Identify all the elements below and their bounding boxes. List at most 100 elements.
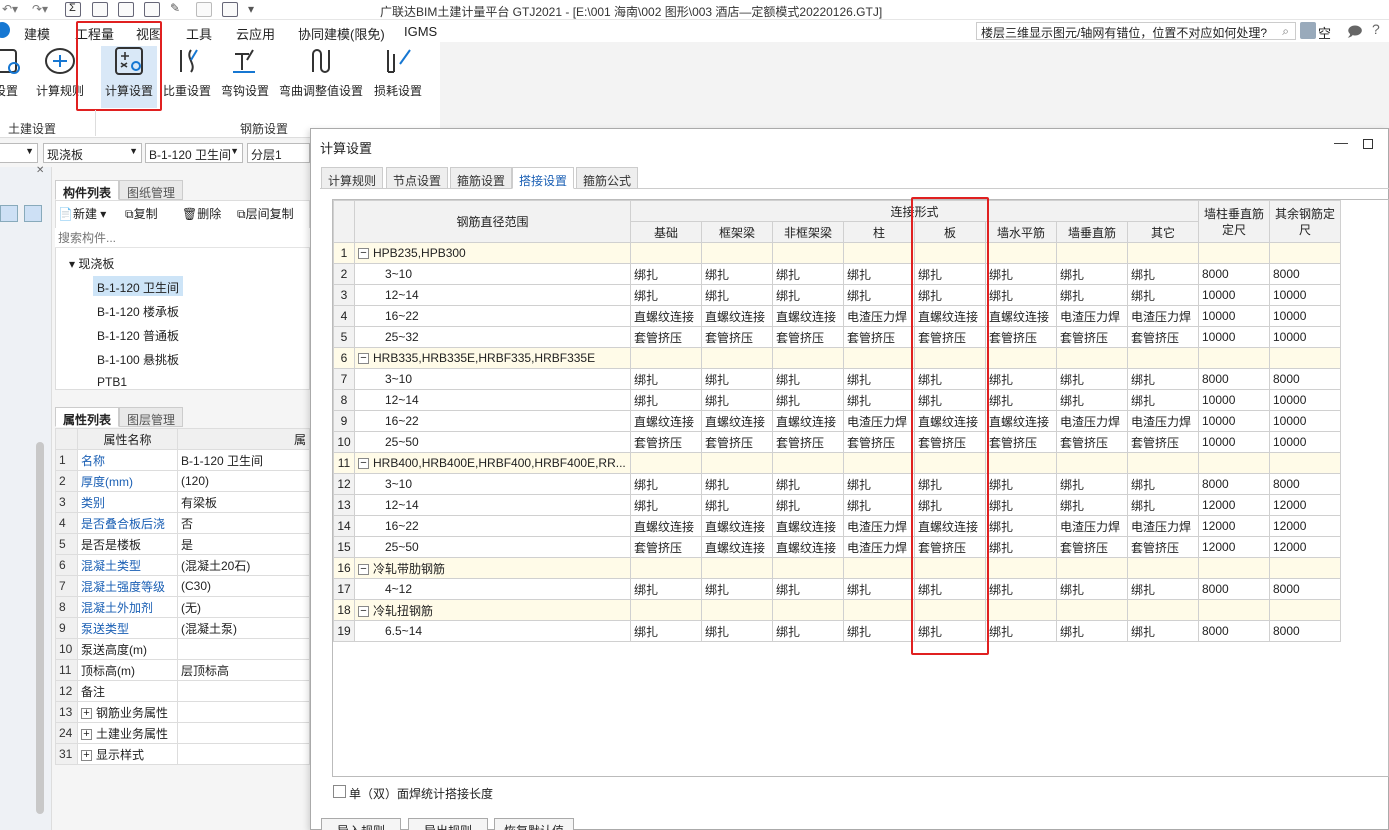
table-cell[interactable]: 套管挤压 (985, 326, 1057, 348)
menu-igms[interactable]: IGMS (404, 24, 437, 39)
table-cell[interactable]: 绑扎 (772, 263, 844, 285)
table-cell[interactable]: 绑扎 (630, 368, 702, 390)
menu-modeling[interactable]: 建模 (24, 24, 50, 43)
table-cell[interactable]: 绑扎 (1127, 473, 1199, 495)
table-row[interactable]: 2 3~10 绑扎 绑扎 绑扎 绑扎 绑扎 绑扎 绑扎 绑扎 8000 8000 (333, 263, 1341, 285)
table-cell[interactable]: 绑扎 (701, 389, 773, 411)
table-cell[interactable]: 套管挤压 (985, 431, 1057, 453)
expand-icon[interactable]: + (81, 707, 92, 719)
tree-item[interactable]: B-1-120 普通板 (93, 324, 183, 344)
tree-item[interactable]: B-1-100 悬挑板 (93, 348, 183, 368)
property-row[interactable]: 3 类别 有梁板 (55, 491, 310, 513)
table-row[interactable]: 14 16~22 直螺纹连接 直螺纹连接 直螺纹连接 电渣压力焊 直螺纹连接 绑扎 电渣压力焊电… (333, 515, 1341, 537)
table-row[interactable]: 9 16~22 直螺纹连接 直螺纹连接 直螺纹连接 电渣压力焊 直螺纹连接 直螺纹连接 电渣压力… (333, 410, 1341, 432)
collapse-icon[interactable]: − (358, 605, 369, 617)
ribbon-hook-button[interactable]: 弯钩设置 (219, 46, 271, 106)
minimize-icon[interactable]: — (1334, 134, 1348, 150)
table-cell[interactable]: 电渣压力焊 (1127, 305, 1199, 327)
property-row[interactable]: 8 混凝土外加剂 (无) (55, 596, 310, 618)
property-row[interactable]: 13 + 钢筋业务属性 (55, 701, 310, 723)
table-cell[interactable]: 10000 (1198, 326, 1270, 348)
delete-button[interactable]: 🗑删除 (182, 205, 221, 222)
tab-node-settings[interactable]: 节点设置 (386, 167, 449, 189)
table-cell[interactable]: 套管挤压 (772, 431, 844, 453)
tree-item-selected[interactable]: B-1-120 卫生间 (93, 276, 184, 296)
table-cell[interactable]: 直螺纹连接 (630, 515, 702, 537)
table-row[interactable]: 19 6.5~14 绑扎 绑扎 绑扎 绑扎 绑扎 绑扎 绑扎 绑扎 8000 8000 (333, 620, 1341, 642)
table-row[interactable]: 12 3~10 绑扎 绑扎 绑扎 绑扎 绑扎 绑扎 绑扎 绑扎 8000 8000 (333, 473, 1341, 495)
table-cell[interactable]: 绑扎 (630, 494, 702, 516)
property-row[interactable]: 31 + 显示样式 (55, 743, 310, 765)
table-cell[interactable]: 8000 (1269, 263, 1341, 285)
member-combo[interactable]: B-1-120 卫生间 ▼ (145, 143, 243, 163)
table-cell[interactable]: 绑扎 (843, 473, 915, 495)
floor-combo[interactable]: ▼ (0, 143, 38, 163)
table-cell[interactable]: 10000 (1269, 326, 1341, 348)
type-combo[interactable]: 现浇板 ▼ (43, 143, 142, 163)
property-value[interactable]: (120) (177, 470, 310, 492)
table-cell[interactable]: 绑扎 (1056, 368, 1128, 390)
table-cell[interactable]: 绑扎 (1056, 473, 1128, 495)
group-row[interactable]: 16− 冷轧带肋钢筋 (333, 557, 1341, 579)
table-cell[interactable]: 套管挤压 (1056, 536, 1128, 558)
export-rules-button[interactable]: 导出规则 (408, 818, 488, 830)
menu-tools[interactable]: 工具 (186, 24, 212, 43)
table-cell[interactable]: 绑扎 (630, 620, 702, 642)
collapse-icon[interactable]: − (358, 458, 369, 470)
tab-lap-settings[interactable]: 搭接设置 (512, 167, 575, 189)
table-cell[interactable]: 绑扎 (701, 473, 773, 495)
property-value[interactable] (177, 722, 310, 744)
table-cell[interactable]: 电渣压力焊 (1127, 410, 1199, 432)
table-cell[interactable]: 绑扎 (843, 578, 915, 600)
table-cell[interactable]: 直螺纹连接 (772, 536, 844, 558)
property-value[interactable]: 是 (177, 533, 310, 555)
property-value[interactable] (177, 638, 310, 660)
table-row[interactable]: 13 12~14 绑扎 绑扎 绑扎 绑扎 绑扎 绑扎 绑扎 绑扎 12000 12000 (333, 494, 1341, 516)
table-cell[interactable]: 绑扎 (772, 284, 844, 306)
table-cell[interactable]: 绑扎 (1056, 263, 1128, 285)
table-row[interactable]: 10 25~50 套管挤压 套管挤压 套管挤压 套管挤压 套管挤压 套管挤压 套管挤压 套管挤压 1… (333, 431, 1341, 453)
table-row[interactable]: 7 3~10 绑扎 绑扎 绑扎 绑扎 绑扎 绑扎 绑扎 绑扎 8000 8000 (333, 368, 1341, 390)
table-cell[interactable]: 绑扎 (985, 515, 1057, 537)
table-cell[interactable]: 套管挤压 (1127, 536, 1199, 558)
table-cell[interactable]: 绑扎 (1127, 284, 1199, 306)
table-cell[interactable]: 套管挤压 (843, 431, 915, 453)
table-cell[interactable]: 12000 (1269, 494, 1341, 516)
table-cell[interactable]: 电渣压力焊 (843, 515, 915, 537)
property-value[interactable] (177, 701, 310, 723)
table-row[interactable]: 15 25~50 套管挤压 直螺纹连接 直螺纹连接 电渣压力焊 套管挤压 绑扎 套管挤压 套管挤压… (333, 536, 1341, 558)
table-cell[interactable]: 12000 (1198, 515, 1270, 537)
table-cell[interactable]: 10000 (1269, 431, 1341, 453)
table-row[interactable]: 5 25~32 套管挤压 套管挤压 套管挤压 套管挤压 套管挤压 套管挤压 套管挤压 套管挤压 10… (333, 326, 1341, 348)
group-row[interactable]: 6− HRB335,HRB335E,HRBF335,HRBF335E (333, 347, 1341, 369)
new-button[interactable]: 📄新建 ▾ (58, 205, 106, 222)
tree-item[interactable]: B-1-120 楼承板 (93, 300, 183, 320)
table-cell[interactable]: 套管挤压 (1056, 431, 1128, 453)
table-cell[interactable]: 电渣压力焊 (843, 410, 915, 432)
property-value[interactable]: 层顶标高 (177, 659, 310, 681)
table-cell[interactable]: 10000 (1198, 305, 1270, 327)
table-cell[interactable]: 绑扎 (985, 284, 1057, 306)
table-row[interactable]: 3 12~14 绑扎 绑扎 绑扎 绑扎 绑扎 绑扎 绑扎 绑扎 10000 10000 (333, 284, 1341, 306)
table-cell[interactable]: 绑扎 (985, 620, 1057, 642)
table-cell[interactable]: 绑扎 (985, 263, 1057, 285)
ribbon-loss-button[interactable]: 损耗设置 (371, 46, 425, 106)
property-value[interactable]: B-1-120 卫生间 (177, 449, 310, 471)
table-cell[interactable]: 10000 (1198, 389, 1270, 411)
redo-icon[interactable]: ↷▾ (32, 2, 48, 16)
table-cell[interactable]: 10000 (1198, 431, 1270, 453)
property-row[interactable]: 6 混凝土类型 (混凝土20石) (55, 554, 310, 576)
table-cell[interactable]: 电渣压力焊 (1056, 515, 1128, 537)
menu-cloud[interactable]: 云应用 (236, 24, 275, 43)
scrollbar-vertical[interactable] (36, 442, 44, 814)
table-cell[interactable]: 绑扎 (1127, 263, 1199, 285)
property-value[interactable]: (C30) (177, 575, 310, 597)
table-cell[interactable]: 套管挤压 (630, 326, 702, 348)
weld-lap-checkbox[interactable] (333, 785, 346, 798)
undo-icon[interactable]: ↶▾ (2, 2, 18, 16)
group-row[interactable]: 18− 冷轧扭钢筋 (333, 599, 1341, 621)
table-cell[interactable]: 套管挤压 (701, 326, 773, 348)
table-cell[interactable]: 绑扎 (985, 578, 1057, 600)
table-cell[interactable]: 绑扎 (1127, 620, 1199, 642)
table-cell[interactable]: 直螺纹连接 (985, 410, 1057, 432)
